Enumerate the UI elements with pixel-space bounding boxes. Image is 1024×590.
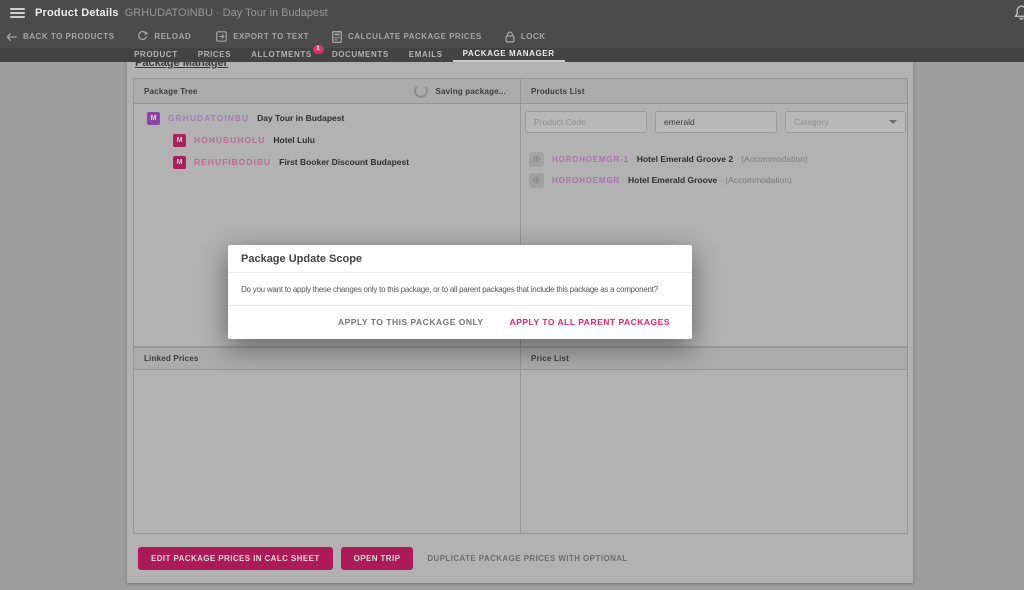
reload-button[interactable]: RELOAD	[137, 31, 191, 42]
tab-product[interactable]: PRODUCT	[124, 48, 188, 62]
calculator-icon	[332, 31, 342, 43]
tree-item-root[interactable]: M GRHUDATOINBU Day Tour in Budapest	[134, 110, 520, 126]
prices-panels: Linked Prices Price List	[133, 347, 908, 534]
tree-item-name: First Booker Discount Budapest	[279, 157, 409, 167]
tree-item-code: HOHUBUHOLU	[194, 135, 265, 145]
reload-label: RELOAD	[154, 32, 191, 41]
package-tree-title: Package Tree	[144, 87, 198, 96]
back-arrow-icon	[6, 32, 17, 42]
dialog-actions: APPLY TO THIS PACKAGE ONLY APPLY TO ALL …	[228, 306, 692, 339]
package-type-badge: M	[147, 112, 160, 125]
product-list-item[interactable]: ⊕ HOROHOEMGR Hotel Emerald Groove (Accom…	[521, 172, 907, 188]
dialog-message: Do you want to apply these changes only …	[228, 273, 692, 306]
package-type-badge: M	[173, 156, 186, 169]
package-update-scope-dialog: Package Update Scope Do you want to appl…	[228, 245, 692, 339]
section-title-clipped: Package Manager	[135, 62, 228, 71]
lock-label: LOCK	[521, 32, 546, 41]
price-list-body	[520, 370, 907, 533]
notifications-icon[interactable]	[1013, 4, 1024, 21]
tree-item-code: REHUFIBODIBU	[194, 157, 271, 167]
edit-package-prices-button[interactable]: EDIT PACKAGE PRICES IN CALC SHEET	[138, 547, 333, 570]
calculate-package-prices-label: CALCULATE PACKAGE PRICES	[348, 32, 482, 41]
page-title: Product Details	[35, 7, 119, 19]
chevron-down-icon	[889, 120, 897, 124]
product-category: (Accommodation)	[725, 175, 792, 185]
tree-item-child[interactable]: M REHUFIBODIBU First Booker Discount Bud…	[134, 154, 520, 170]
price-list-title: Price List	[531, 354, 569, 363]
tree-item-name: Hotel Lulu	[273, 135, 315, 145]
package-tree-header: Package Tree Saving package...	[134, 79, 520, 104]
apply-all-parent-packages-button[interactable]: APPLY TO ALL PARENT PACKAGES	[510, 317, 670, 327]
products-filter-row: Category	[521, 104, 907, 133]
export-icon	[216, 31, 227, 42]
add-product-icon[interactable]: ⊕	[529, 152, 544, 167]
tree-item-code: GRHUDATOINBU	[168, 113, 249, 123]
tab-product-label: PRODUCT	[134, 50, 178, 59]
product-name: Hotel Emerald Groove 2	[637, 154, 733, 164]
product-category: (Accommodation)	[741, 154, 808, 164]
menu-icon[interactable]	[10, 8, 25, 18]
product-code: HOROHOEMGR-1	[552, 155, 629, 164]
dialog-title: Package Update Scope	[228, 245, 692, 273]
package-type-badge: M	[173, 134, 186, 147]
tab-allotments[interactable]: ALLOTMENTS1	[241, 48, 322, 62]
export-to-text-button[interactable]: EXPORT TO TEXT	[216, 31, 309, 42]
tab-emails-label: EMAILS	[409, 50, 443, 59]
back-to-products-button[interactable]: BACK TO PRODUCTS	[6, 32, 114, 42]
tab-bar: PRODUCT PRICES ALLOTMENTS1 DOCUMENTS EMA…	[0, 48, 1024, 62]
price-list-header: Price List	[520, 348, 907, 370]
tab-allotments-label: ALLOTMENTS	[251, 50, 312, 59]
product-list-item[interactable]: ⊕ HOROHOEMGR-1 Hotel Emerald Groove 2 (A…	[521, 151, 907, 167]
spinner-icon	[414, 84, 428, 98]
product-code-input[interactable]	[525, 111, 647, 133]
tree-item-child[interactable]: M HOHUBUHOLU Hotel Lulu	[134, 132, 520, 148]
reload-icon	[137, 31, 148, 42]
tab-prices[interactable]: PRICES	[188, 48, 241, 62]
tab-package-manager[interactable]: PACKAGE MANAGER	[453, 48, 565, 62]
calculate-package-prices-button[interactable]: CALCULATE PACKAGE PRICES	[332, 31, 482, 43]
page-subtitle: GRHUDATOINBU · Day Tour in Budapest	[125, 7, 328, 19]
back-to-products-label: BACK TO PRODUCTS	[23, 32, 114, 41]
add-product-icon[interactable]: ⊕	[529, 173, 544, 188]
tab-documents-label: DOCUMENTS	[332, 50, 389, 59]
tree-item-name: Day Tour in Budapest	[257, 113, 344, 123]
apply-this-package-only-button[interactable]: APPLY TO THIS PACKAGE ONLY	[338, 317, 484, 327]
tab-emails[interactable]: EMAILS	[399, 48, 453, 62]
saving-status-label: Saving package...	[435, 87, 506, 96]
product-name: Hotel Emerald Groove	[628, 175, 717, 185]
app-bar: Product Details GRHUDATOINBU · Day Tour …	[0, 0, 1024, 25]
export-to-text-label: EXPORT TO TEXT	[233, 32, 309, 41]
card-footer-actions: EDIT PACKAGE PRICES IN CALC SHEET OPEN T…	[133, 547, 908, 570]
category-dropdown-label: Category	[794, 117, 829, 127]
tab-package-manager-label: PACKAGE MANAGER	[463, 49, 555, 58]
category-dropdown[interactable]: Category	[785, 111, 906, 133]
action-toolbar: BACK TO PRODUCTS RELOAD EXPORT TO TEXT C…	[0, 25, 1024, 48]
lock-icon	[505, 31, 515, 43]
tab-documents[interactable]: DOCUMENTS	[322, 48, 399, 62]
duplicate-package-prices-button[interactable]: DUPLICATE PACKAGE PRICES WITH OPTIONAL	[427, 554, 627, 563]
linked-prices-title: Linked Prices	[144, 354, 199, 363]
lock-button[interactable]: LOCK	[505, 31, 546, 43]
tab-prices-label: PRICES	[198, 50, 231, 59]
products-list-title: Products List	[531, 87, 585, 96]
linked-prices-body	[134, 370, 520, 533]
saving-status: Saving package...	[414, 84, 510, 98]
product-code: HOROHOEMGR	[552, 176, 620, 185]
product-search-input[interactable]	[655, 111, 777, 133]
linked-prices-header: Linked Prices	[134, 348, 520, 370]
open-trip-button[interactable]: OPEN TRIP	[341, 547, 414, 570]
products-list-header: Products List	[520, 79, 907, 104]
